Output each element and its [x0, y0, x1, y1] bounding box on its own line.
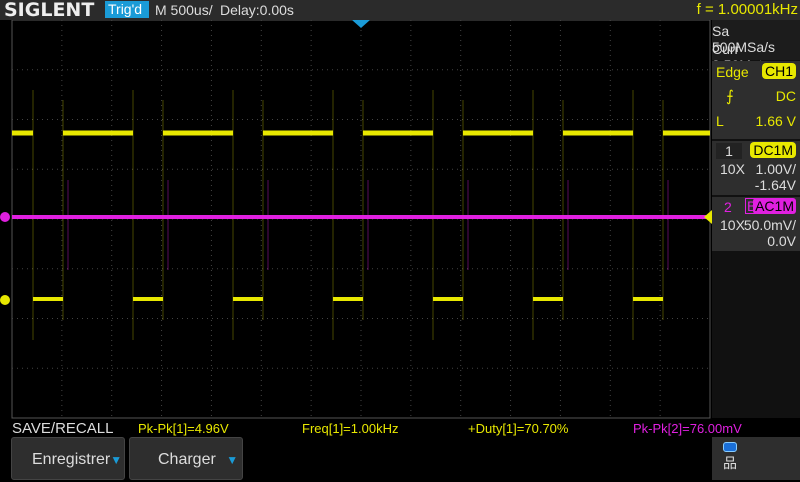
ch2-coupling: AC1M: [753, 198, 796, 214]
trigger-panel[interactable]: Edge CH1 ⨍ DC L 1.66 V: [712, 61, 800, 139]
trigger-source: CH1: [761, 63, 796, 79]
load-label: Charger: [158, 451, 216, 468]
ch1-coupling: DC1M: [750, 142, 796, 158]
load-button[interactable]: Charger ▼: [129, 437, 243, 480]
trigger-level: 1.66 V: [755, 113, 796, 129]
ch2-scale: 50.0mV/: [743, 217, 796, 233]
ch1-panel[interactable]: 1 DC1M 10X 1.00V/ -1.64V: [712, 141, 800, 195]
ch2-probe: 10X: [720, 217, 745, 233]
ch2-offset: 0.0V: [767, 233, 796, 249]
trigger-level-marker: [704, 210, 712, 224]
ch2-ground-marker: [0, 212, 10, 222]
ch1-ground-marker: [0, 295, 10, 305]
acquisition-info: Sa 500MSa/s Curr 3.50Mpts: [712, 20, 800, 73]
ch1-probe: 10X: [720, 161, 745, 177]
status-area: 品: [712, 437, 800, 480]
measurement-pkpk1: Pk-Pk[1]=4.96V: [138, 421, 229, 436]
save-button[interactable]: Enregistrer▼: [11, 437, 125, 480]
ch1-scale: 1.00V/: [755, 161, 796, 177]
network-icon: 品: [723, 455, 737, 471]
ch2-number: 2: [724, 199, 732, 215]
timebase[interactable]: M 500us/: [155, 0, 213, 20]
ch1-offset: -1.64V: [754, 177, 796, 193]
trigger-status: Trig'd: [105, 1, 149, 18]
trigger-position-marker: [352, 20, 370, 28]
measurement-duty1: +Duty[1]=70.70%: [468, 421, 569, 436]
rising-edge-icon: ⨍: [726, 88, 734, 105]
frequency-counter: f = 1.00001kHz: [696, 1, 798, 18]
waveform-display: [0, 20, 712, 419]
measurement-pkpk2: Pk-Pk[2]=76.00mV: [633, 421, 742, 436]
trigger-coupling: DC: [775, 88, 796, 104]
usb-icon: [723, 442, 737, 452]
trigger-level-label: L: [716, 113, 724, 129]
save-label: Enregistrer: [32, 451, 111, 468]
brand-logo: SIGLENT: [4, 0, 95, 21]
delay[interactable]: Delay:0.00s: [220, 0, 294, 20]
top-bar: SIGLENT Trig'd M 500us/ Delay:0.00s f = …: [0, 0, 800, 20]
trigger-type: Edge: [716, 64, 749, 80]
arrow-down-icon: ▼: [110, 453, 123, 467]
ch1-number: 1: [716, 143, 742, 159]
menu-title: SAVE/RECALL: [12, 420, 114, 437]
measurement-freq1: Freq[1]=1.00kHz: [302, 421, 399, 436]
ch2-panel[interactable]: 2 B AC1M 10X 50.0mV/ 0.0V: [712, 197, 800, 251]
arrow-down-icon: ▼: [226, 453, 239, 467]
